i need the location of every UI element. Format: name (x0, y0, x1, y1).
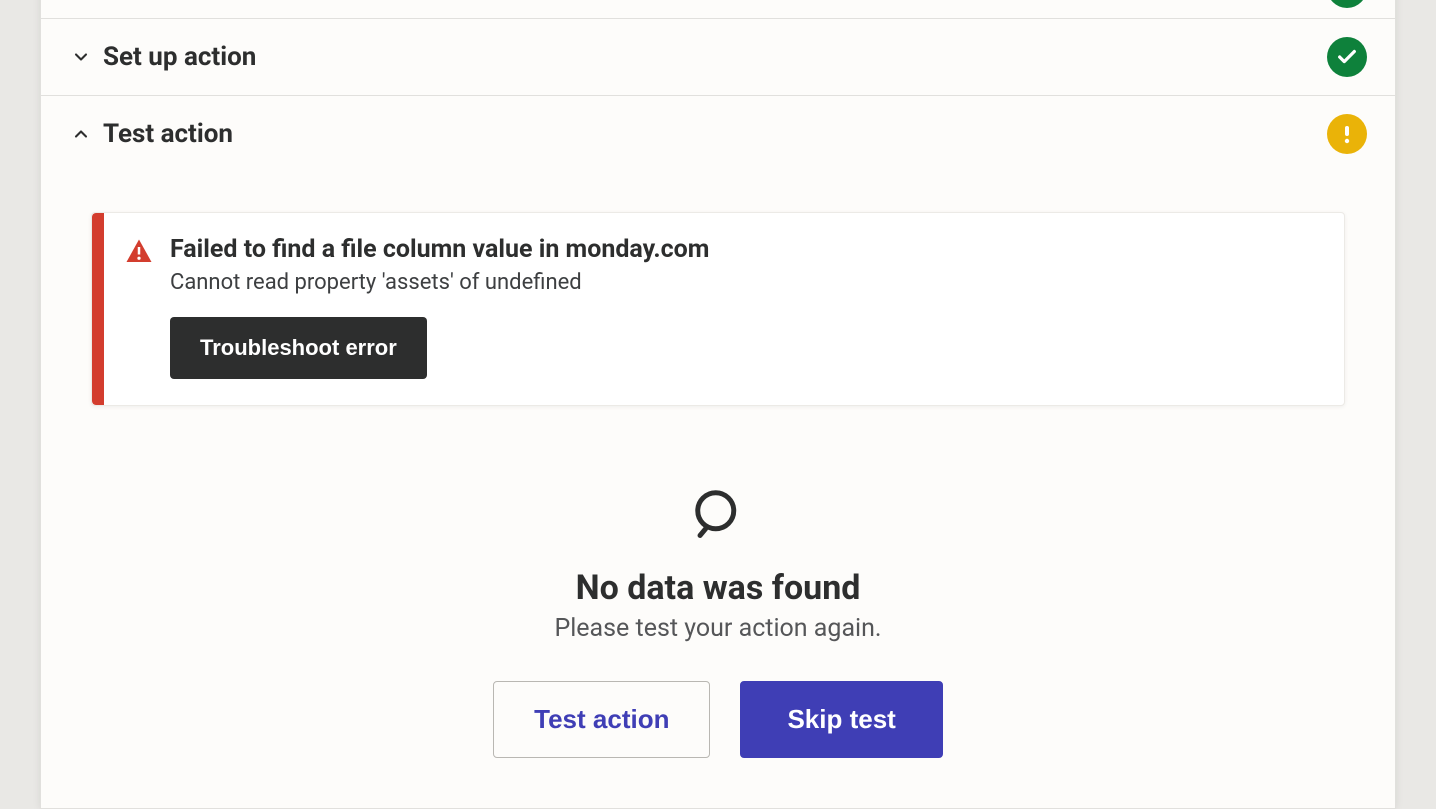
section-title: Choose account (103, 0, 1327, 3)
test-action-button[interactable]: Test action (493, 681, 710, 758)
warning-triangle-icon (124, 237, 154, 267)
alert-title: Failed to find a file column value in mo… (170, 235, 1318, 264)
section-setup-action[interactable]: Set up action (41, 18, 1395, 95)
section-title: Set up action (103, 42, 1327, 72)
error-alert: Failed to find a file column value in mo… (91, 212, 1345, 406)
troubleshoot-button[interactable]: Troubleshoot error (170, 317, 427, 379)
section-choose-account[interactable]: Choose account (41, 0, 1395, 18)
chevron-down-icon (69, 45, 93, 69)
no-data-subtext: Please test your action again. (91, 614, 1345, 643)
test-action-body: Failed to find a file column value in mo… (41, 172, 1395, 808)
alert-stripe (92, 213, 104, 405)
status-success-icon (1327, 37, 1367, 77)
no-data-block: No data was found Please test your actio… (91, 486, 1345, 758)
config-panel: Choose account Set up action Test action (40, 0, 1396, 809)
chevron-up-icon (69, 122, 93, 146)
section-test-action[interactable]: Test action (41, 95, 1395, 172)
no-data-heading: No data was found (91, 568, 1345, 608)
status-warning-icon (1327, 114, 1367, 154)
status-success-icon (1327, 0, 1367, 8)
alert-message: Cannot read property 'assets' of undefin… (170, 270, 1318, 295)
magnifier-icon (691, 486, 745, 544)
section-title: Test action (103, 119, 1327, 149)
skip-test-button[interactable]: Skip test (740, 681, 942, 758)
